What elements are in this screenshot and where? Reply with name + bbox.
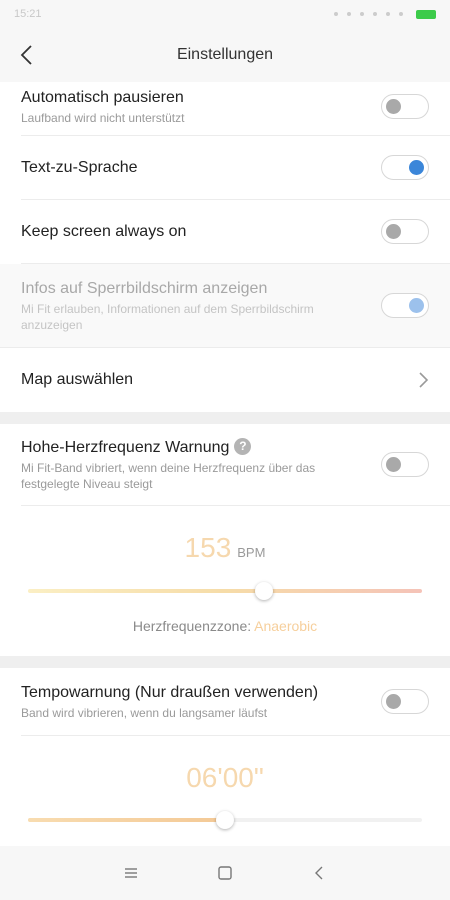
lockscreen-label: Infos auf Sperrbildschirm anzeigen [21, 279, 268, 297]
heart-rate-unit: BPM [237, 545, 266, 560]
home-button[interactable] [213, 861, 237, 885]
heart-rate-warning-label: Hohe-Herzfrequenz Warnung [21, 438, 230, 456]
app-header: Einstellungen [0, 28, 450, 82]
lockscreen-toggle [381, 293, 429, 318]
notification-dot-icon [334, 12, 338, 16]
auto-pause-sub: Laufband wird nicht unterstützt [21, 110, 185, 125]
toggle-knob [386, 693, 401, 709]
heart-rate-warning-toggle[interactable] [381, 452, 429, 477]
heart-rate-section: Hohe-Herzfrequenz Warnung? Mi Fit-Band v… [0, 424, 450, 656]
toggle-knob [386, 456, 401, 472]
pace-warning-toggle[interactable] [381, 689, 429, 714]
general-settings-section: Automatisch pausieren Laufband wird nich… [0, 82, 450, 412]
heart-rate-value-display: 153 BPM [0, 532, 450, 564]
pace-slider-thumb[interactable] [216, 811, 234, 829]
heart-rate-slider-thumb[interactable] [255, 582, 274, 600]
back-button[interactable] [307, 861, 331, 885]
map-select-row[interactable]: Map auswählen [21, 348, 450, 412]
pace-warning-label: Tempowarnung (Nur draußen verwenden) [21, 683, 319, 701]
pace-warning-sub: Band wird vibrieren, wenn du langsamer l… [21, 705, 268, 720]
home-square-icon [218, 866, 232, 880]
section-divider [0, 412, 450, 424]
toggle-knob [409, 297, 424, 313]
toggle-knob [386, 98, 401, 114]
pace-section: Tempowarnung (Nur draußen verwenden) Ban… [0, 668, 450, 846]
pace-slider-fill [28, 818, 225, 822]
pace-value-display: 06'00" [0, 762, 450, 794]
tts-label: Text-zu-Sprache [21, 158, 138, 176]
keep-screen-toggle[interactable] [381, 219, 429, 244]
bluetooth-icon [373, 12, 377, 16]
back-chevron-icon [315, 866, 323, 880]
menu-icon [125, 868, 137, 878]
heart-rate-zone-label: Herzfrequenzzone: [132, 618, 252, 634]
lockscreen-row: Infos auf Sperrbildschirm anzeigen Mi Fi… [0, 264, 450, 348]
section-divider [0, 656, 450, 668]
heart-rate-value: 153 [184, 532, 232, 563]
system-navigation-bar [0, 846, 450, 900]
map-select-label: Map auswählen [21, 371, 134, 388]
auto-pause-label: Automatisch pausieren [21, 88, 184, 106]
toggle-knob [409, 159, 424, 175]
heart-rate-warning-row[interactable]: Hohe-Herzfrequenz Warnung? Mi Fit-Band v… [21, 424, 450, 506]
chevron-right-icon [419, 372, 429, 388]
page-title: Einstellungen [176, 46, 274, 63]
status-icons [334, 9, 436, 19]
keep-screen-row[interactable]: Keep screen always on [21, 200, 450, 264]
status-bar: 15:21 [0, 0, 450, 28]
status-time: 15:21 [14, 8, 42, 20]
battery-icon [416, 9, 436, 19]
alarm-icon [360, 12, 364, 16]
auto-pause-toggle[interactable] [381, 94, 429, 119]
auto-pause-row[interactable]: Automatisch pausieren Laufband wird nich… [21, 82, 450, 136]
signal-icon [399, 12, 403, 16]
heart-rate-slider-track[interactable] [28, 589, 422, 593]
heart-rate-zone-line: Herzfrequenzzone: Anaerobic [0, 618, 450, 634]
tts-toggle[interactable] [381, 155, 429, 180]
settings-list[interactable]: Automatisch pausieren Laufband wird nich… [0, 82, 450, 846]
toggle-knob [386, 223, 401, 239]
pace-value: 06'00" [186, 762, 264, 793]
notification-dot-icon [347, 12, 351, 16]
menu-button[interactable] [119, 861, 143, 885]
pace-warning-row[interactable]: Tempowarnung (Nur draußen verwenden) Ban… [21, 668, 450, 736]
keep-screen-label: Keep screen always on [21, 222, 187, 240]
tts-row[interactable]: Text-zu-Sprache [21, 136, 450, 200]
back-arrow-icon[interactable] [16, 42, 40, 68]
wifi-icon [386, 12, 390, 16]
pace-limit-panel: 06'00" [0, 736, 450, 846]
help-icon[interactable]: ? [234, 437, 252, 455]
heart-rate-warning-sub: Mi Fit-Band vibriert, wenn deine Herzfre… [21, 460, 316, 491]
heart-rate-limit-panel: 153 BPM Herzfrequenzzone: Anaerobic [0, 506, 450, 656]
lockscreen-sub: Mi Fit erlauben, Informationen auf dem S… [21, 301, 314, 332]
heart-rate-zone-value: Anaerobic [254, 618, 318, 634]
